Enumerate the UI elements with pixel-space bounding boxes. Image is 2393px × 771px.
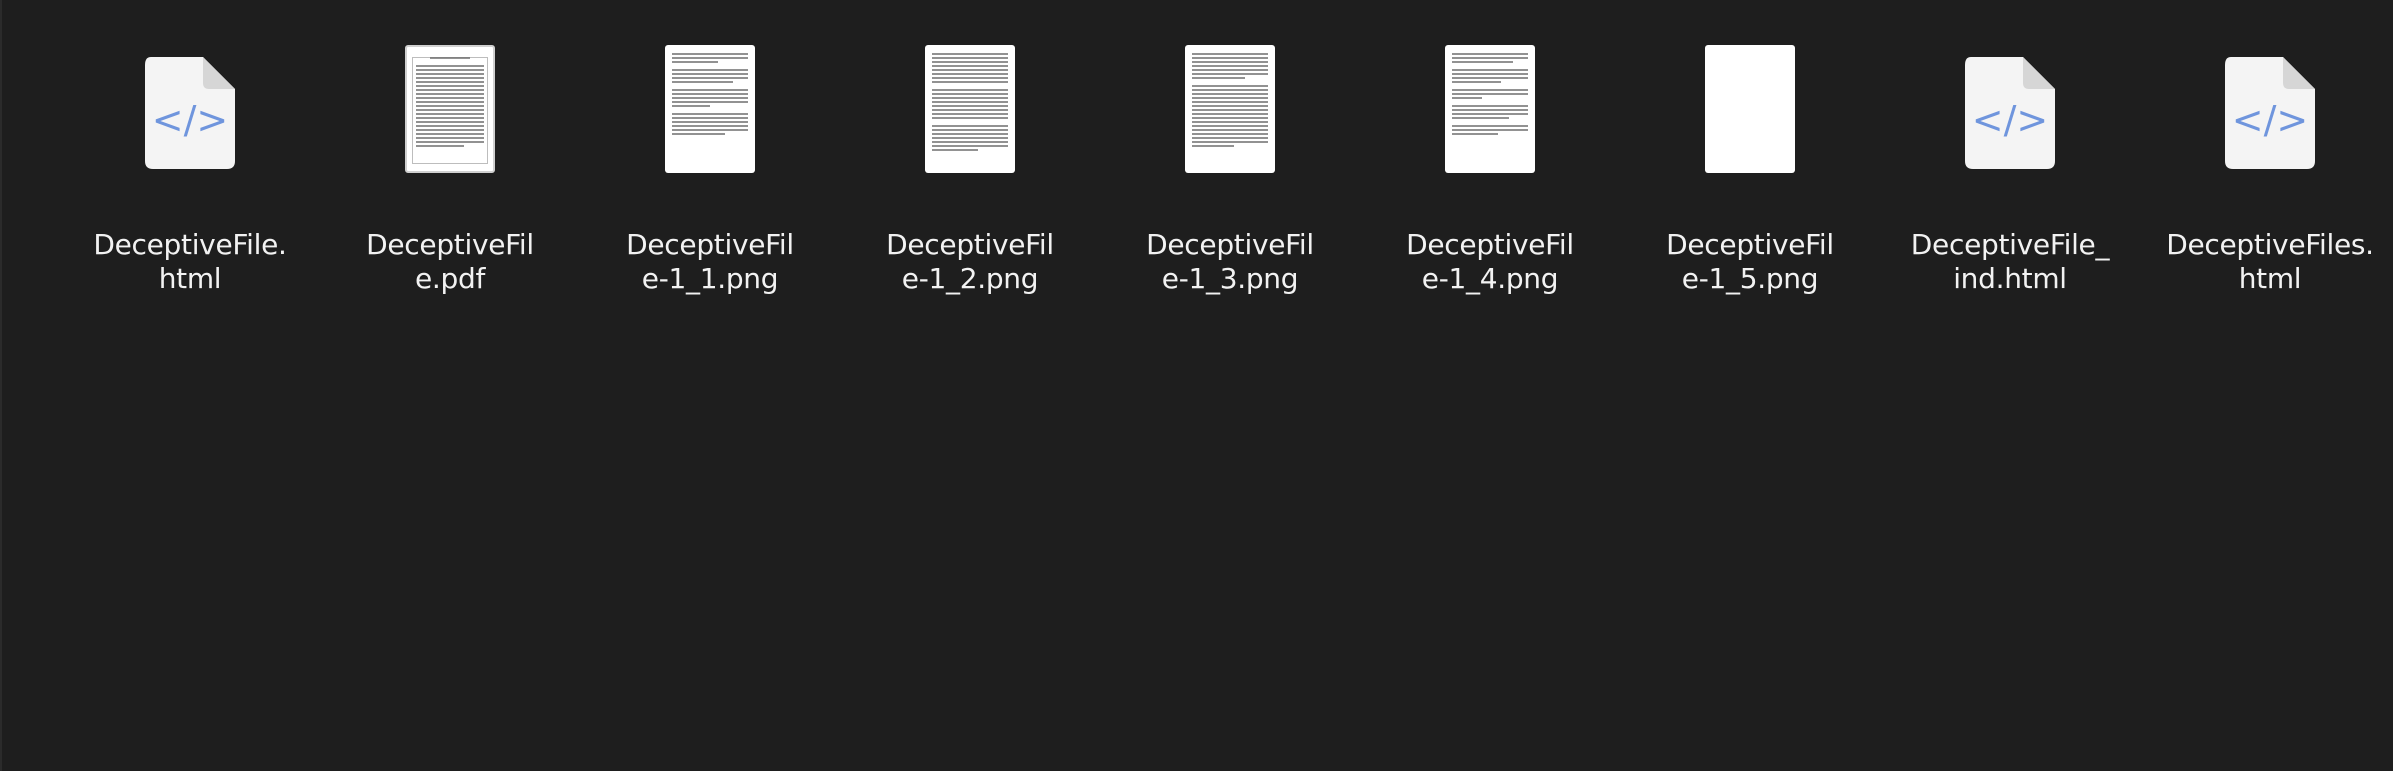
file-name: DeceptiveFil e.pdf [325,228,575,296]
window-edge [0,0,2,771]
file-name-line-1: DeceptiveFil [626,228,794,261]
file-item-deceptivefile-1-4-png[interactable]: DeceptiveFil e-1_4.png [1360,44,1620,296]
file-name-line-1: DeceptiveFil [1146,228,1314,261]
file-name: DeceptiveFile_ ind.html [1885,228,2135,296]
file-item-deceptivefile-pdf[interactable]: DeceptiveFil e.pdf [320,44,580,296]
svg-text:</>: </> [1972,98,2048,142]
file-name-line-1: DeceptiveFil [1406,228,1574,261]
thumbnail [1425,44,1555,174]
svg-text:</>: </> [2232,98,2308,142]
file-item-deceptivefile-html[interactable]: </> DeceptiveFile. html [60,44,320,296]
file-name: DeceptiveFil e-1_4.png [1365,228,1615,296]
file-item-deceptivefile-1-3-png[interactable]: DeceptiveFil e-1_3.png [1100,44,1360,296]
thumbnail [905,44,1035,174]
file-item-deceptivefile-1-1-png[interactable]: DeceptiveFil e-1_1.png [580,44,840,296]
html-file-icon: </> [145,57,235,169]
file-name-line-1: DeceptiveFile_ [1910,228,2110,261]
file-name-line-2: e.pdf [414,262,486,295]
thumbnail [1165,44,1295,174]
file-item-deceptivefile-ind-html[interactable]: </> DeceptiveFile_ ind.html [1880,44,2140,296]
thumbnail: </> [2205,44,2335,174]
thumbnail: </> [1945,44,2075,174]
file-name-line-2: html [158,262,222,295]
file-name-line-2: html [2238,262,2302,295]
file-name-line-1: DeceptiveFil [1666,228,1834,261]
file-grid: </> DeceptiveFile. html DeceptiveFil e.p… [60,44,2393,296]
file-item-deceptivefiles-html[interactable]: </> DeceptiveFiles. html [2140,44,2393,296]
file-name: DeceptiveFiles. html [2145,228,2393,296]
file-name-line-2: e-1_3.png [1161,262,1299,295]
file-name: DeceptiveFil e-1_2.png [845,228,1095,296]
pdf-thumbnail-icon [405,45,495,173]
file-name: DeceptiveFil e-1_3.png [1105,228,1355,296]
file-name: DeceptiveFile. html [65,228,315,296]
file-name-line-2: e-1_4.png [1421,262,1559,295]
html-file-icon: </> [1965,57,2055,169]
thumbnail: </> [125,44,255,174]
html-file-icon: </> [2225,57,2315,169]
file-item-deceptivefile-1-2-png[interactable]: DeceptiveFil e-1_2.png [840,44,1100,296]
image-thumbnail-icon [665,45,755,173]
file-name-line-2: e-1_5.png [1681,262,1819,295]
file-name: DeceptiveFil e-1_5.png [1625,228,1875,296]
file-name-line-1: DeceptiveFil [886,228,1054,261]
file-name-line-2: e-1_2.png [901,262,1039,295]
svg-text:</>: </> [152,98,228,142]
file-name-line-2: ind.html [1953,262,2067,295]
image-thumbnail-icon [1445,45,1535,173]
file-item-deceptivefile-1-5-png[interactable]: DeceptiveFil e-1_5.png [1620,44,1880,296]
file-name-line-1: DeceptiveFil [366,228,534,261]
file-name-line-2: e-1_1.png [641,262,779,295]
file-name-line-1: DeceptiveFiles. [2166,228,2374,261]
thumbnail [1685,44,1815,174]
image-thumbnail-icon [1185,45,1275,173]
thumbnail [645,44,775,174]
file-name-line-1: DeceptiveFile. [93,228,287,261]
thumbnail [385,44,515,174]
image-thumbnail-icon [925,45,1015,173]
file-name: DeceptiveFil e-1_1.png [585,228,835,296]
image-thumbnail-icon [1705,45,1795,173]
